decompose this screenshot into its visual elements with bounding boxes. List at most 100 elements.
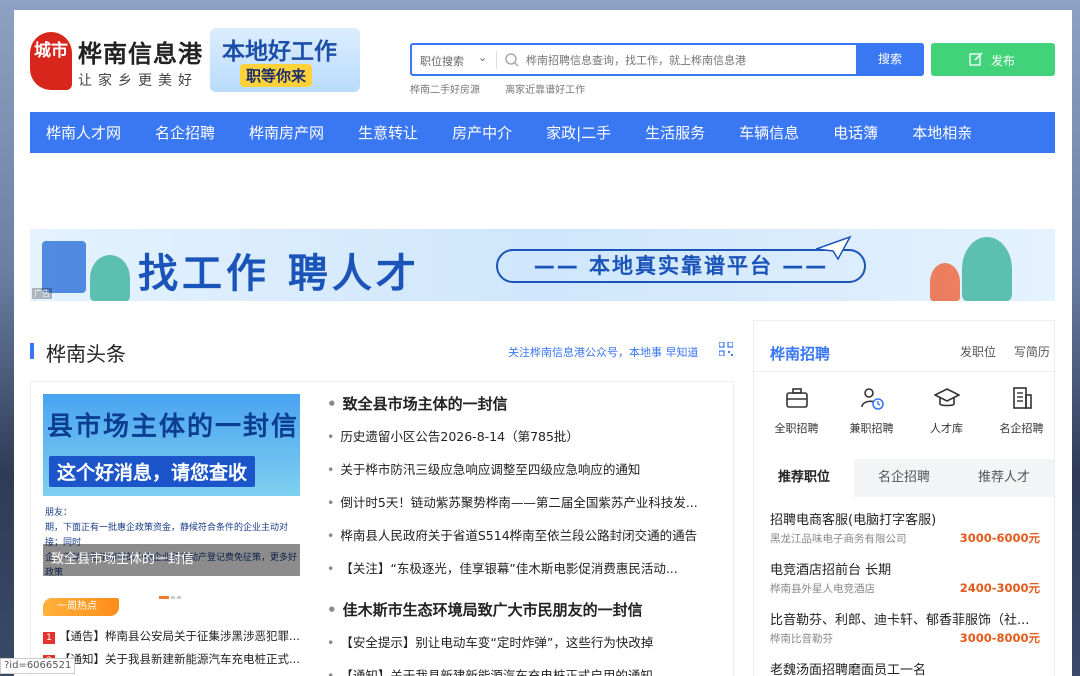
site-header: 城市 桦南信息港 让家乡更美好 本地好工作 职等你来 职位搜索 ⌄ 搜索 桦南二… bbox=[14, 10, 1072, 110]
paper-plane-icon bbox=[816, 235, 852, 261]
logo-mark[interactable]: 城市 bbox=[30, 32, 72, 90]
site-name[interactable]: 桦南信息港 bbox=[78, 34, 203, 69]
jobs-panel: 桦南招聘 发职位 写简历 全职招聘 兼职招聘 人才库 名企招聘 推荐职位 名企招… bbox=[753, 320, 1055, 676]
news-item[interactable]: 历史遗留小区公告2026-8-14（第785批） bbox=[327, 427, 727, 460]
promo-badge[interactable]: 本地好工作 职等你来 bbox=[210, 28, 360, 92]
hot-item-text: 【通告】桦南县公安局关于征集涉黑涉恶犯罪... bbox=[59, 629, 300, 643]
tree-illustration bbox=[90, 255, 130, 301]
job-company: 黑龙江品味电子商务有限公司 bbox=[770, 533, 907, 545]
news-item[interactable]: 倒计时5天！链动紫苏聚势桦南——第二届全国紫苏产业科技发... bbox=[327, 493, 727, 526]
section-title: 桦南头条 bbox=[46, 342, 126, 366]
hot-link[interactable]: 桦南二手好房源 bbox=[410, 85, 480, 96]
publish-button[interactable]: 发布 bbox=[931, 43, 1055, 76]
divider bbox=[754, 371, 1054, 372]
banner-headline: 找工作 聘人才 bbox=[138, 251, 420, 297]
status-bar-url: ?id=6066521 bbox=[0, 658, 76, 674]
tab-recommended-jobs[interactable]: 推荐职位 bbox=[754, 459, 854, 497]
job-company: 桦南比音勒芬 bbox=[770, 633, 833, 645]
job-category-label: 人才库 bbox=[930, 422, 963, 435]
tab-recommended-talent[interactable]: 推荐人才 bbox=[954, 459, 1054, 497]
search-hot-links: 桦南二手好房源 离家近靠谱好工作 bbox=[410, 81, 607, 96]
search-box: 职位搜索 ⌄ 搜索 bbox=[410, 43, 924, 76]
jobs-panel-title[interactable]: 桦南招聘 bbox=[770, 343, 830, 364]
job-category-label: 名企招聘 bbox=[999, 422, 1044, 435]
job-category-talent[interactable]: 人才库 bbox=[914, 385, 979, 436]
follow-wechat-link[interactable]: 关注桦南信息港公众号，本地事 早知道 bbox=[508, 344, 699, 360]
promo-line1: 本地好工作 bbox=[222, 39, 337, 65]
post-job-link[interactable]: 发职位 bbox=[960, 345, 996, 359]
hot-list: 1 【通告】桦南县公安局关于征集涉黑涉恶犯罪... 2【通知】关于我县新建新能源汽… bbox=[43, 628, 305, 674]
publish-label: 发布 bbox=[991, 54, 1016, 68]
job-item[interactable]: 招聘电商客服(电脑打字客服) 黑龙江品味电子商务有限公司 3000-6000元 bbox=[770, 509, 1040, 559]
job-item[interactable]: 比音勒芬、利郎、迪卡轩、郁香菲服饰（社... 桦南比音勒芬 3000-8000元 bbox=[770, 609, 1040, 659]
tree-illustration bbox=[930, 263, 960, 301]
search-category-select[interactable]: 职位搜索 bbox=[420, 53, 464, 69]
news-item[interactable]: 【通知】关于我县新建新能源汽车充电桩正式启用的通知 bbox=[327, 666, 727, 676]
ad-tag: 广告 bbox=[32, 288, 52, 299]
news-item[interactable]: 桦南县人民政府关于省道S514桦南至依兰段公路封闭交通的通告 bbox=[327, 526, 727, 559]
nav-item[interactable]: 名企招聘 bbox=[138, 122, 232, 143]
page: 城市 桦南信息港 让家乡更美好 本地好工作 职等你来 职位搜索 ⌄ 搜索 桦南二… bbox=[14, 10, 1072, 676]
job-item[interactable]: 老魏汤面招聘磨面员工一名 bbox=[770, 659, 1040, 676]
job-category-label: 兼职招聘 bbox=[849, 422, 894, 435]
hot-item[interactable]: 1 【通告】桦南县公安局关于征集涉黑涉恶犯罪... bbox=[43, 628, 305, 651]
nav-item[interactable]: 桦南人才网 bbox=[30, 122, 138, 143]
job-salary: 3000-6000元 bbox=[959, 531, 1040, 545]
nav-item[interactable]: 本地相亲 bbox=[895, 122, 989, 143]
search-icon bbox=[505, 53, 519, 67]
news-item[interactable]: 佳木斯市生态环境局致广大市民朋友的一封信 bbox=[327, 600, 727, 633]
ad-banner[interactable]: 找工作 聘人才 —— 本地真实靠谱平台 —— 广告 bbox=[30, 229, 1055, 301]
news-item[interactable]: 【关注】“东极逐光，佳享银幕”佳木斯电影促消费惠民活动... bbox=[327, 559, 727, 592]
carousel-image: 县市场主体的一封信 这个好消息，请您查收 bbox=[43, 394, 300, 496]
hot-rank: 1 bbox=[43, 632, 55, 644]
edit-icon bbox=[969, 52, 983, 66]
nav-item[interactable]: 生意转让 bbox=[341, 122, 435, 143]
carousel-dot[interactable] bbox=[159, 596, 169, 599]
site-slogan: 让家乡更美好 bbox=[78, 73, 198, 89]
news-item[interactable]: 关于桦市防汛三级应急响应调整至四级应急响应的通知 bbox=[327, 460, 727, 493]
job-list: 招聘电商客服(电脑打字客服) 黑龙江品味电子商务有限公司 3000-6000元 … bbox=[770, 509, 1040, 676]
tab-enterprise-jobs[interactable]: 名企招聘 bbox=[854, 459, 954, 497]
news-item[interactable]: 【安全提示】别让电动车变“定时炸弹”，这些行为快改掉 bbox=[327, 633, 727, 666]
job-category-enterprise[interactable]: 名企招聘 bbox=[989, 385, 1054, 436]
job-category-fulltime[interactable]: 全职招聘 bbox=[764, 385, 829, 436]
job-title: 老魏汤面招聘磨面员工一名 bbox=[770, 663, 927, 676]
job-category-label: 全职招聘 bbox=[774, 422, 819, 435]
building-icon bbox=[1012, 387, 1032, 409]
carousel-image-subtitle: 这个好消息，请您查收 bbox=[49, 456, 256, 487]
headline-carousel[interactable]: 县市场主体的一封信 这个好消息，请您查收 朋友： 期，下面正有一批惠企政策资金，… bbox=[43, 394, 300, 576]
nav-item[interactable]: 车辆信息 bbox=[722, 122, 816, 143]
news-item[interactable]: 致全县市场主体的一封信 bbox=[327, 394, 727, 427]
hot-link[interactable]: 离家近靠谱好工作 bbox=[505, 85, 585, 96]
nav-item[interactable]: 桦南房产网 bbox=[232, 122, 341, 143]
nav-item[interactable]: 生活服务 bbox=[628, 122, 722, 143]
promo-line2: 职等你来 bbox=[240, 64, 313, 87]
hot-item-text: 【通知】关于我县新建新能源汽车充电桩正式... bbox=[59, 652, 300, 666]
search-divider bbox=[496, 51, 497, 69]
person-illustration bbox=[42, 241, 86, 293]
banner-tagline: —— 本地真实靠谱平台 —— bbox=[496, 249, 866, 283]
hot-item[interactable]: 2【通知】关于我县新建新能源汽车充电桩正式... bbox=[43, 651, 305, 674]
nav-item[interactable]: 房产中介 bbox=[435, 122, 529, 143]
news-list: 致全县市场主体的一封信 历史遗留小区公告2026-8-14（第785批） 关于桦… bbox=[327, 394, 727, 676]
job-item[interactable]: 电竞酒店招前台 长期 桦南县外星人电竞酒店 2400-3000元 bbox=[770, 559, 1040, 609]
carousel-dot[interactable] bbox=[171, 596, 175, 599]
nav-item[interactable]: 家政|二手 bbox=[529, 122, 628, 143]
carousel-dots bbox=[159, 584, 183, 603]
carousel-dot[interactable] bbox=[177, 596, 181, 599]
search-input[interactable] bbox=[526, 49, 846, 71]
nav-item[interactable]: 电话簿 bbox=[816, 122, 895, 143]
job-title: 招聘电商客服(电脑打字客服) bbox=[770, 513, 937, 528]
carousel-caption[interactable]: 致全县市场主体的一封信 bbox=[43, 544, 300, 576]
job-salary: 3000-8000元 bbox=[959, 631, 1040, 645]
jobs-tabs: 推荐职位 名企招聘 推荐人才 bbox=[754, 459, 1054, 497]
qrcode-icon[interactable] bbox=[719, 342, 733, 356]
carousel-image-title: 县市场主体的一封信 bbox=[47, 412, 300, 442]
briefcase-icon bbox=[785, 388, 808, 408]
search-button[interactable]: 搜索 bbox=[856, 43, 924, 76]
job-company: 桦南县外星人电竞酒店 bbox=[770, 583, 875, 595]
job-category-parttime[interactable]: 兼职招聘 bbox=[839, 385, 904, 436]
write-resume-link[interactable]: 写简历 bbox=[1014, 345, 1050, 359]
chevron-down-icon[interactable]: ⌄ bbox=[478, 51, 487, 64]
headlines-box: 县市场主体的一封信 这个好消息，请您查收 朋友： 期，下面正有一批惠企政策资金，… bbox=[30, 381, 734, 676]
